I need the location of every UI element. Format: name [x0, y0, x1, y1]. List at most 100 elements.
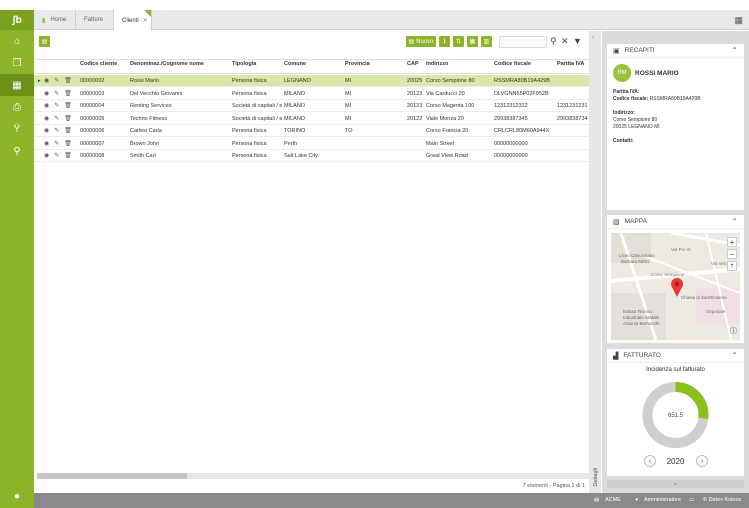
table-row[interactable]: ▸ ◉ ✎ 🗑 00000002 Rossi Mario Persona fisica LEG…: [34, 75, 589, 87]
horizontal-scrollbar[interactable]: [37, 473, 589, 479]
addr-line1: Corso Sempione 80: [613, 117, 658, 123]
col-indirizzo[interactable]: Indirizzo: [426, 61, 448, 67]
delete-icon[interactable]: 🗑: [64, 127, 72, 134]
table-cell: 29938387345: [494, 115, 528, 122]
chevron-up-icon[interactable]: ⌃: [731, 217, 738, 226]
delete-icon[interactable]: 🗑: [64, 102, 72, 109]
col-comune[interactable]: Comune: [284, 61, 306, 67]
view-icon[interactable]: ◉: [44, 152, 49, 159]
mappa-header[interactable]: ▧ MAPPA ⌃: [607, 215, 744, 229]
tab-clienti[interactable]: Clienti ✕: [114, 10, 152, 31]
table-row[interactable]: ◉ ✎ 🗑 00000008 Smith Carl Persona fisica Salt …: [34, 150, 589, 162]
tab-home[interactable]: ▮ Home: [34, 10, 76, 30]
table-row[interactable]: ◉ ✎ 🗑 00000004 Renting Services Società di ca…: [34, 100, 589, 112]
col-codice-cliente[interactable]: Codice cliente: [80, 61, 117, 67]
new-button[interactable]: ▤ Nuovo: [406, 36, 436, 47]
view-icon[interactable]: ◉: [44, 77, 49, 84]
tools-icon[interactable]: Ÿ: [0, 118, 34, 140]
tab-fatture[interactable]: Fatture: [76, 10, 114, 30]
delete-icon[interactable]: 🗑: [64, 90, 72, 97]
search-input[interactable]: [499, 36, 547, 48]
zoom-out-button[interactable]: −: [727, 249, 737, 259]
table-cell: Carlesi Carla: [130, 128, 162, 134]
addr-label: Indirizzo:: [613, 110, 635, 116]
close-icon[interactable]: ✕: [143, 17, 148, 24]
delete-icon[interactable]: 🗑: [64, 152, 72, 159]
chevron-up-icon[interactable]: ⌃: [731, 351, 738, 360]
table-cell: Renting Services: [130, 103, 172, 109]
edit-icon[interactable]: ✎: [54, 102, 59, 109]
table-cell: TORINO: [284, 128, 306, 134]
map-view[interactable]: Via Pio XI Liceo Canossiano Barbara Melz…: [611, 233, 740, 340]
delete-icon[interactable]: 🗑: [64, 115, 72, 122]
compass-icon[interactable]: ⇡: [727, 261, 737, 271]
edit-icon[interactable]: ✎: [54, 90, 59, 97]
chevron-up-icon[interactable]: ⌃: [731, 46, 738, 55]
edit-icon[interactable]: ✎: [54, 140, 59, 147]
delete-icon[interactable]: 🗑: [64, 140, 72, 147]
status-bar: ▤ ACME ● Amministratore ▭ © Datev Koinos: [34, 493, 749, 508]
info-button[interactable]: ℹ: [439, 36, 450, 47]
col-cap[interactable]: CAP: [407, 61, 419, 67]
table-icon[interactable]: ▦: [0, 74, 34, 96]
col-tipologia[interactable]: Tipologia: [232, 61, 256, 67]
col-codice-fiscale[interactable]: Codice fiscale: [494, 61, 531, 67]
collapse-arrow-icon[interactable]: ›: [592, 35, 594, 41]
scrollbar-thumb[interactable]: [37, 473, 187, 479]
view-icon[interactable]: ◉: [44, 90, 49, 97]
edit-icon[interactable]: ✎: [54, 152, 59, 159]
printer-icon[interactable]: ⎙: [0, 96, 34, 118]
map-label-2: Liceo Canossiano: [619, 253, 655, 258]
table-row[interactable]: ◉ ✎ 🗑 00000003 Del Vecchio Giovanni Persona f…: [34, 88, 589, 100]
col-denominazione[interactable]: Denominaz./Cognome nome: [130, 61, 204, 67]
apps-grid-icon[interactable]: ▦: [734, 15, 743, 26]
new-button-label: Nuovo: [416, 38, 434, 45]
year-label: 2020: [666, 457, 685, 466]
search-icon[interactable]: ⚲: [550, 36, 557, 47]
table-cell: 00000003: [80, 90, 105, 97]
row-actions: ◉ ✎ 🗑: [44, 77, 72, 84]
col-provincia[interactable]: Provincia: [345, 61, 370, 67]
table-cell: 20123: [407, 90, 423, 97]
recapiti-header[interactable]: ▣ RECAPITI ⌃: [607, 44, 744, 58]
zoom-in-button[interactable]: +: [727, 237, 737, 247]
tab-bar: ▮ Home Fatture Clienti ✕ ▦: [34, 10, 749, 31]
map-info-icon[interactable]: ⓘ: [730, 326, 737, 336]
home-icon[interactable]: ⌂: [0, 30, 34, 52]
edit-icon[interactable]: ✎: [54, 115, 59, 122]
edit-icon[interactable]: ✎: [54, 77, 59, 84]
table-row[interactable]: ◉ ✎ 🗑 00000005 Techno Fitness Società di capi…: [34, 113, 589, 125]
table-cell: RSSMRA80B19A429B: [494, 78, 550, 84]
header-divider-top: [36, 59, 589, 60]
search-icon[interactable]: ⚲: [0, 140, 34, 162]
grid-view-button[interactable]: ▦: [467, 36, 478, 47]
table-cell: 00000007: [80, 140, 105, 147]
details-strip[interactable]: ›: [589, 31, 601, 493]
table-cell: MILANO: [284, 115, 306, 122]
user-icon[interactable]: ●: [0, 491, 34, 502]
next-year-button[interactable]: ›: [696, 455, 708, 467]
documents-icon[interactable]: ❐: [0, 52, 34, 74]
export-button[interactable]: ▤: [39, 36, 50, 47]
columns-button[interactable]: ▥: [481, 36, 492, 47]
row-actions: ◉ ✎ 🗑: [44, 140, 72, 147]
col-partita-iva[interactable]: Partita IVA: [557, 61, 584, 67]
view-icon[interactable]: ◉: [44, 140, 49, 147]
recapiti-card: ▣ RECAPITI ⌃ RM ROSSI MARIO Partita IVA:…: [607, 44, 744, 210]
fatturato-header[interactable]: ▟ FATTURATO ⌃: [607, 349, 744, 363]
table-cell: 20025: [407, 78, 423, 84]
delete-icon[interactable]: 🗑: [64, 77, 72, 84]
table-row[interactable]: ◉ ✎ 🗑 00000006 Carlesi Carla Persona fisica TO…: [34, 125, 589, 137]
clear-icon[interactable]: ✕: [561, 36, 569, 47]
view-icon[interactable]: ◉: [44, 102, 49, 109]
edit-icon[interactable]: ✎: [54, 127, 59, 134]
table-row[interactable]: ◉ ✎ 🗑 00000007 Brown John Persona fisica Perth…: [34, 138, 589, 150]
view-icon[interactable]: ◉: [44, 115, 49, 122]
row-actions: ◉ ✎ 🗑: [44, 115, 72, 122]
app-logo-icon[interactable]: ʃb: [0, 10, 34, 30]
table-cell: Rossi Mario: [130, 78, 160, 84]
view-icon[interactable]: ◉: [44, 127, 49, 134]
sort-button[interactable]: ⇅: [453, 36, 464, 47]
panel-scroll-down-icon[interactable]: ⌄: [607, 480, 744, 488]
filter-icon[interactable]: ▼: [573, 36, 582, 46]
